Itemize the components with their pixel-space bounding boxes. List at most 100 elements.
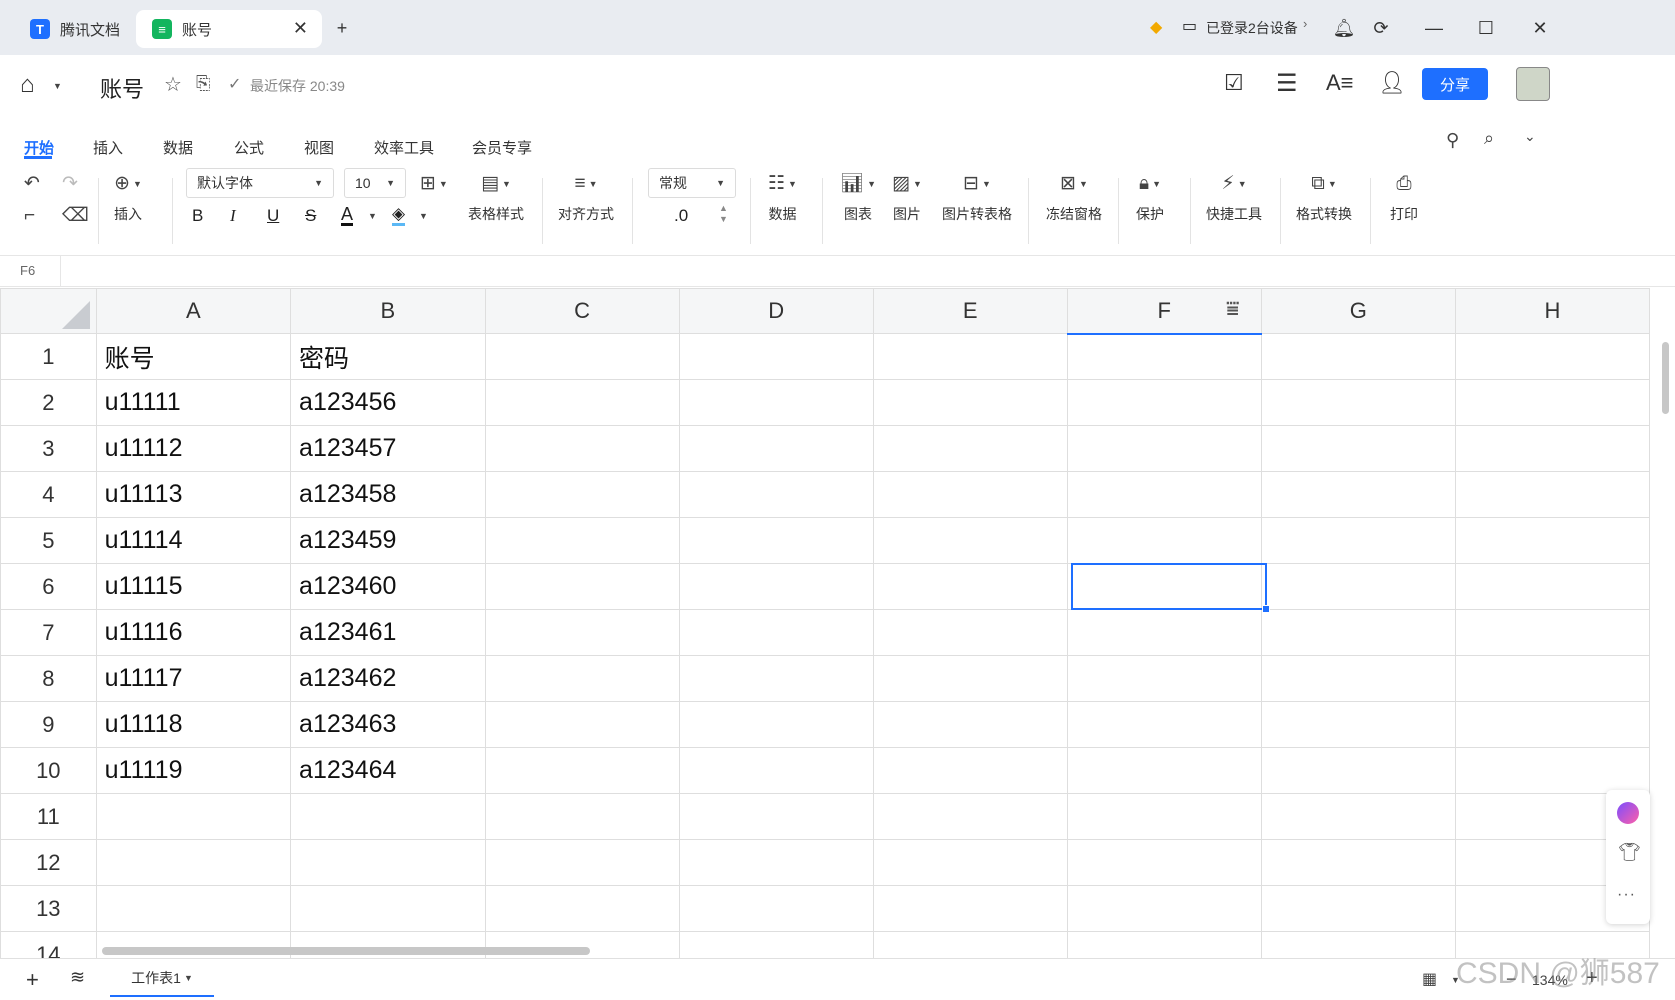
cell-b12[interactable]	[290, 839, 486, 886]
cell-e3[interactable]	[872, 425, 1068, 472]
cell-h4[interactable]	[1454, 471, 1650, 518]
cell-c12[interactable]	[484, 839, 680, 886]
redo-icon[interactable]: ↷	[62, 172, 78, 196]
row-header[interactable]: 9	[0, 701, 97, 748]
maximize-icon[interactable]: ☐	[1472, 14, 1500, 42]
cell-e14[interactable]	[872, 931, 1068, 958]
add-sheet-icon[interactable]: +	[26, 967, 39, 993]
row-header[interactable]: 11	[0, 793, 97, 840]
cell-a11[interactable]	[95, 793, 292, 840]
column-header-h[interactable]: H	[1454, 288, 1650, 334]
cell-f4[interactable]	[1066, 471, 1262, 518]
undo-icon[interactable]: ↶	[24, 172, 40, 196]
row-header[interactable]: 8	[0, 655, 97, 702]
row-header[interactable]: 4	[0, 471, 97, 518]
sync-icon[interactable]: ⟳	[1367, 14, 1395, 42]
eraser-icon[interactable]: ⌫	[62, 204, 89, 228]
cell-f8[interactable]	[1066, 655, 1262, 702]
chevron-down-icon[interactable]: ▼	[53, 81, 62, 91]
row-header[interactable]: 6	[0, 563, 97, 610]
row-header[interactable]: 12	[0, 839, 97, 886]
cell-c10[interactable]	[484, 747, 680, 794]
cell-h2[interactable]	[1454, 379, 1650, 426]
decimal-places-button[interactable]: .0	[674, 206, 688, 226]
cell-b5[interactable]: a123459	[290, 517, 486, 564]
horizontal-scrollbar[interactable]	[102, 947, 590, 955]
cell-reference[interactable]: F6	[20, 263, 35, 278]
table-style-button[interactable]: ▤ ▼ 表格样式	[468, 172, 524, 224]
cell-b7[interactable]: a123461	[290, 609, 486, 656]
formula-input[interactable]	[70, 258, 1660, 284]
freeze-panes-button[interactable]: ⊠ ▼ 冻结窗格	[1046, 172, 1102, 224]
cell-a6[interactable]: u11115	[95, 563, 292, 610]
row-header[interactable]: 13	[0, 885, 97, 932]
font-color-button[interactable]: A	[341, 205, 354, 226]
cell-c11[interactable]	[484, 793, 680, 840]
cell-h6[interactable]	[1454, 563, 1650, 610]
alignment-button[interactable]: ≡ ▼ 对齐方式	[558, 172, 614, 224]
cell-g3[interactable]	[1260, 425, 1456, 472]
cell-e4[interactable]	[872, 471, 1068, 518]
cell-g5[interactable]	[1260, 517, 1456, 564]
cell-e6[interactable]	[872, 563, 1068, 610]
cell-d10[interactable]	[678, 747, 874, 794]
move-folder-icon[interactable]: ⎘	[196, 73, 210, 94]
check-list-icon[interactable]: ☑	[1224, 70, 1244, 96]
cell-g6[interactable]	[1260, 563, 1456, 610]
close-tab-icon[interactable]: ✕	[293, 18, 308, 39]
column-header-g[interactable]: G	[1260, 288, 1456, 334]
cell-b11[interactable]	[290, 793, 486, 840]
cell-d8[interactable]	[678, 655, 874, 702]
cell-c5[interactable]	[484, 517, 680, 564]
cell-a12[interactable]	[95, 839, 292, 886]
cell-f9[interactable]	[1066, 701, 1262, 748]
more-icon[interactable]: ···	[1617, 886, 1636, 904]
cell-c3[interactable]	[484, 425, 680, 472]
tab-formula[interactable]: 公式	[234, 137, 264, 158]
cell-b6[interactable]: a123460	[290, 563, 486, 610]
tab-efficiency-tools[interactable]: 效率工具	[374, 137, 434, 158]
bell-icon[interactable]: 🔔︎	[1330, 14, 1358, 42]
cell-b9[interactable]: a123463	[290, 701, 486, 748]
cell-a1[interactable]: 账号	[95, 333, 292, 380]
row-header[interactable]: 10	[0, 747, 97, 794]
cell-b10[interactable]: a123464	[290, 747, 486, 794]
cell-d12[interactable]	[678, 839, 874, 886]
chevron-down-icon[interactable]: ▼	[368, 211, 377, 221]
tab-tencent-docs[interactable]: T 腾讯文档	[14, 10, 130, 48]
cell-c2[interactable]	[484, 379, 680, 426]
diamond-vip-icon[interactable]: ◆	[1150, 17, 1162, 37]
italic-button[interactable]: I	[230, 206, 236, 226]
tab-account-sheet[interactable]: ≡ 账号 ✕	[136, 10, 322, 48]
cell-f5[interactable]	[1066, 517, 1262, 564]
column-header-b[interactable]: B	[290, 288, 486, 334]
window-close-icon[interactable]: ✕	[1526, 14, 1554, 42]
cell-f10[interactable]	[1066, 747, 1262, 794]
cell-a9[interactable]: u11118	[95, 701, 292, 748]
column-header-a[interactable]: A	[95, 288, 292, 334]
cell-e9[interactable]	[872, 701, 1068, 748]
cell-f14[interactable]	[1066, 931, 1262, 958]
cell-g8[interactable]	[1260, 655, 1456, 702]
cell-e13[interactable]	[872, 885, 1068, 932]
cell-d7[interactable]	[678, 609, 874, 656]
logged-devices-label[interactable]: 已登录2台设备	[1206, 18, 1298, 38]
insert-button[interactable]: ⊕ ▼ 插入	[114, 172, 142, 224]
cell-d4[interactable]	[678, 471, 874, 518]
cell-c6[interactable]	[484, 563, 680, 610]
skin-shirt-icon[interactable]: 👕︎	[1618, 842, 1641, 863]
row-header[interactable]: 7	[0, 609, 97, 656]
format-convert-button[interactable]: ⧉ ▼ 格式转换	[1296, 172, 1352, 224]
select-all-corner[interactable]	[0, 288, 97, 334]
cell-h5[interactable]	[1454, 517, 1650, 564]
cell-b13[interactable]	[290, 885, 486, 932]
cell-f11[interactable]	[1066, 793, 1262, 840]
minimize-icon[interactable]: —	[1420, 14, 1448, 42]
cell-a4[interactable]: u11113	[95, 471, 292, 518]
cell-b4[interactable]: a123458	[290, 471, 486, 518]
cell-h3[interactable]	[1454, 425, 1650, 472]
cell-g9[interactable]	[1260, 701, 1456, 748]
cell-a7[interactable]: u11116	[95, 609, 292, 656]
stamp-icon[interactable]: ⚲	[1446, 130, 1459, 151]
cell-g12[interactable]	[1260, 839, 1456, 886]
